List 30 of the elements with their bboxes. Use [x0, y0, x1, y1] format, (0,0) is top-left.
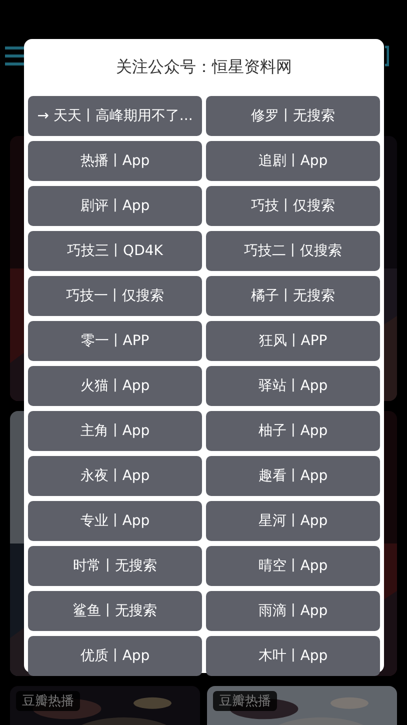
source-button[interactable]: 木叶丨App	[206, 636, 380, 676]
source-button[interactable]: 雨滴丨App	[206, 591, 380, 631]
source-button[interactable]: 主角丨App	[28, 411, 202, 451]
dialog-title: 关注公众号：恒星资料网	[116, 57, 292, 78]
source-button[interactable]: 热播丨App	[28, 141, 202, 181]
source-button[interactable]: 时常丨无搜索	[28, 546, 202, 586]
source-button[interactable]: 鲨鱼丨无搜索	[28, 591, 202, 631]
source-button[interactable]: 修罗丨无搜索	[206, 96, 380, 136]
source-button[interactable]: 追剧丨App	[206, 141, 380, 181]
source-button[interactable]: 驿站丨App	[206, 366, 380, 406]
source-button[interactable]: 星河丨App	[206, 501, 380, 541]
source-button[interactable]: → 天天丨高峰期用不了...	[28, 96, 202, 136]
source-button[interactable]: 橘子丨无搜索	[206, 276, 380, 316]
source-button[interactable]: 趣看丨App	[206, 456, 380, 496]
source-button[interactable]: 柚子丨App	[206, 411, 380, 451]
category-tag: 豆瓣热播	[16, 691, 80, 711]
source-button[interactable]: 专业丨App	[28, 501, 202, 541]
source-button[interactable]: 剧评丨App	[28, 186, 202, 226]
category-tag: 豆瓣热播	[213, 691, 277, 711]
source-button[interactable]: 晴空丨App	[206, 546, 380, 586]
source-button[interactable]: 巧技一丨仅搜索	[28, 276, 202, 316]
source-button[interactable]: 优质丨App	[28, 636, 202, 676]
source-button[interactable]: 巧技二丨仅搜索	[206, 231, 380, 271]
source-button[interactable]: 巧技丨仅搜索	[206, 186, 380, 226]
source-button[interactable]: 狂风丨APP	[206, 321, 380, 361]
source-button[interactable]: 巧技三丨QD4K	[28, 231, 202, 271]
menu-icon[interactable]	[5, 46, 24, 66]
source-button[interactable]: 永夜丨App	[28, 456, 202, 496]
source-button[interactable]: 火猫丨App	[28, 366, 202, 406]
source-button[interactable]: 零一丨APP	[28, 321, 202, 361]
